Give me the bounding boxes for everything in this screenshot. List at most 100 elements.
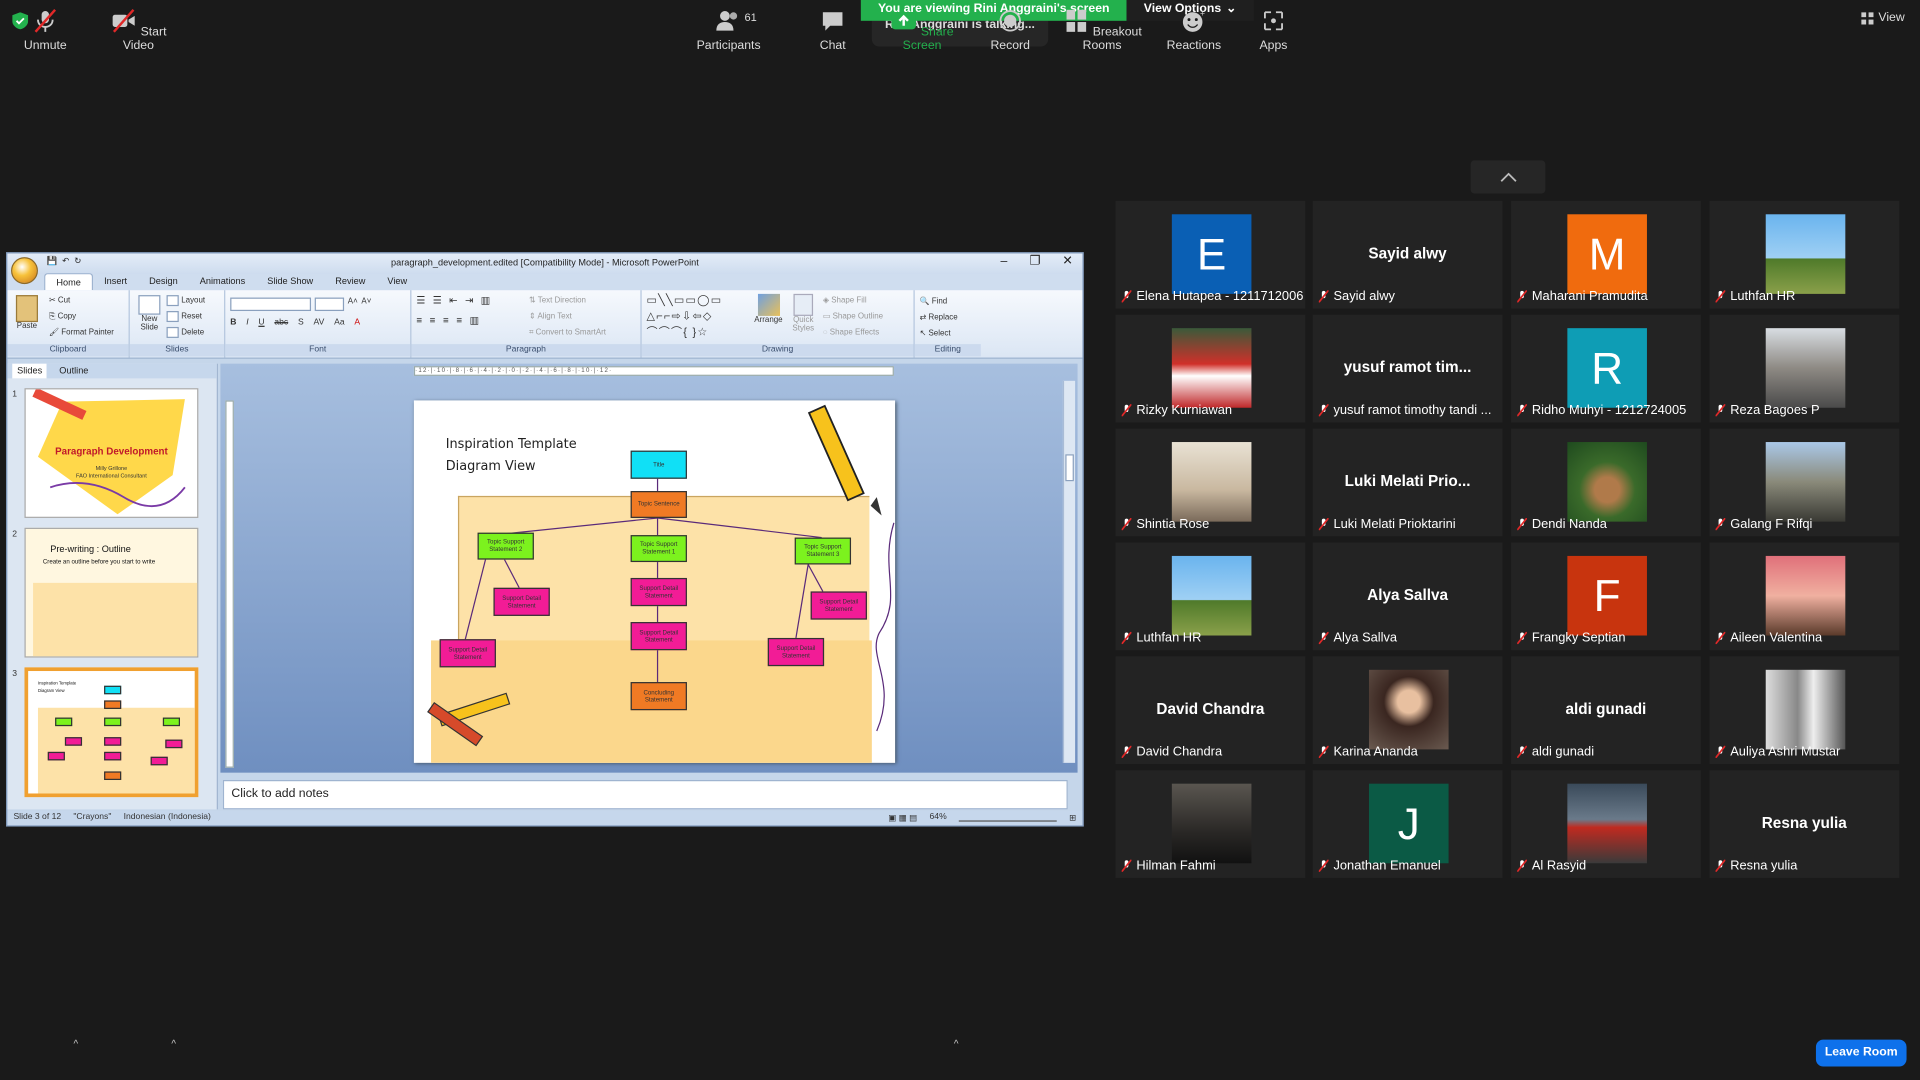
current-slide[interactable]: Inspiration Template Diagram View Title …: [413, 400, 896, 763]
cut-button[interactable]: ✂ Cut: [49, 293, 114, 309]
unmute-button[interactable]: Unmute: [22, 8, 69, 53]
view-button[interactable]: View: [1861, 11, 1905, 24]
participant-tile[interactable]: Alya Sallva Alya Sallva: [1312, 542, 1503, 651]
diagram-title-box[interactable]: Title: [630, 450, 687, 479]
view-buttons-icon[interactable]: ▣ ▦ ▤: [888, 813, 917, 823]
diagram-detail-box[interactable]: Support Detail Statement: [767, 637, 825, 667]
participant-tile[interactable]: F Frangky Septian: [1511, 542, 1701, 651]
reactions-button[interactable]: + Reactions: [1166, 8, 1222, 53]
list-bullets-icon[interactable]: ☰ ☰ ⇤ ⇥ ▥: [416, 295, 492, 306]
delete-button[interactable]: Delete: [166, 324, 206, 340]
chat-button[interactable]: Chat: [813, 9, 852, 53]
slide-editing-area[interactable]: ·12·|·10·|·8·|·6·|·4·|·2·|·0·|·2·|·4·|·6…: [220, 363, 1078, 773]
tab-slides[interactable]: Slides: [12, 363, 48, 379]
copy-button[interactable]: ⎘ Copy: [49, 309, 114, 325]
align-icon[interactable]: ≡ ≡ ≡ ≡ ▥: [416, 315, 481, 326]
participant-tile[interactable]: David Chandra David Chandra: [1115, 656, 1306, 765]
italic-icon[interactable]: I: [246, 318, 248, 327]
participant-tile[interactable]: Galang F Rifqi: [1709, 428, 1900, 537]
new-slide-button[interactable]: New Slide: [135, 295, 164, 332]
participant-tile[interactable]: J Jonathan Emanuel: [1312, 770, 1503, 878]
participant-tile[interactable]: Sayid alwy Sayid alwy: [1312, 200, 1503, 309]
find-button[interactable]: 🔍 Find: [920, 294, 976, 310]
shadow-icon[interactable]: S: [298, 318, 304, 327]
strikethrough-icon[interactable]: abc: [274, 318, 288, 327]
breakout-rooms-button[interactable]: Breakout Rooms: [1058, 9, 1146, 53]
participant-tile[interactable]: Aileen Valentina: [1709, 542, 1900, 651]
bold-icon[interactable]: B: [230, 318, 236, 327]
shape-effects-button[interactable]: ◌ Shape Effects: [823, 324, 883, 340]
maximize-icon[interactable]: ❐: [1029, 255, 1040, 268]
slide-thumbnail-1[interactable]: Paragraph Development Milly Grillone FAO…: [24, 388, 199, 518]
participant-tile[interactable]: Dendi Nanda: [1511, 428, 1701, 537]
diagram-detail-box[interactable]: Support Detail Statement: [630, 577, 687, 607]
shrink-font-icon[interactable]: A˅: [361, 298, 371, 311]
vertical-scrollbar[interactable]: [1062, 380, 1076, 763]
participant-tile[interactable]: Resna yulia Resna yulia: [1709, 770, 1900, 878]
share-options-caret-icon[interactable]: ^: [954, 1038, 959, 1049]
audio-options-caret-icon[interactable]: ^: [73, 1038, 78, 1049]
office-button[interactable]: [11, 257, 38, 285]
participant-tile[interactable]: Al Rasyid: [1511, 770, 1701, 878]
zoom-slider[interactable]: [958, 814, 1057, 822]
case-icon[interactable]: Aa: [334, 318, 344, 327]
shapes-gallery-icon[interactable]: ▭╲╲▭▭◯▭ △⌐⌐⇨⇩⇦◇ ⌒⌒⌒{ }☆: [647, 293, 747, 341]
shape-fill-button[interactable]: ◈ Shape Fill: [823, 293, 883, 309]
font-size-box[interactable]: [314, 297, 345, 312]
quick-styles-button[interactable]: Quick Styles: [789, 293, 818, 333]
save-icon[interactable]: 💾: [47, 256, 58, 266]
participant-tile[interactable]: Luki Melati Prio... Luki Melati Prioktar…: [1312, 428, 1503, 537]
format-painter-button[interactable]: 🖌 Format Painter: [49, 324, 114, 340]
diagram-support-box-3[interactable]: Topic Support Statement 3: [794, 537, 852, 565]
spacing-icon[interactable]: AV: [314, 318, 325, 327]
participant-tile[interactable]: R Ridho Muhyi - 1212724005: [1511, 314, 1701, 423]
underline-icon[interactable]: U: [258, 318, 264, 327]
participant-tile[interactable]: aldi gunadi aldi gunadi: [1511, 656, 1701, 765]
diagram-support-box-1[interactable]: Topic Support Statement 1: [630, 535, 687, 563]
redo-icon[interactable]: ↻: [74, 256, 81, 266]
reset-button[interactable]: Reset: [166, 309, 206, 325]
select-button[interactable]: ↖ Select: [920, 326, 976, 342]
undo-icon[interactable]: ↶: [62, 256, 69, 266]
participant-tile[interactable]: Luthfan HR: [1115, 542, 1306, 651]
participant-tile[interactable]: Rizky Kurniawan: [1115, 314, 1306, 423]
participant-tile[interactable]: Hilman Fahmi: [1115, 770, 1306, 878]
fit-window-icon[interactable]: ⊞: [1069, 813, 1076, 823]
tab-design[interactable]: Design: [138, 273, 189, 290]
layout-button[interactable]: Layout: [166, 293, 205, 309]
font-color-icon[interactable]: A: [354, 318, 360, 327]
font-name-box[interactable]: [230, 297, 312, 312]
diagram-detail-box[interactable]: Support Detail Statement: [810, 591, 867, 620]
minimize-icon[interactable]: –: [1001, 255, 1008, 268]
replace-button[interactable]: ⇄ Replace: [920, 310, 976, 326]
scroll-thumb[interactable]: [1065, 454, 1074, 482]
collapse-gallery-button[interactable]: [1470, 160, 1546, 194]
text-direction-button[interactable]: ⇅ Text Direction: [529, 293, 606, 309]
diagram-detail-box[interactable]: Support Detail Statement: [439, 639, 496, 668]
participant-tile[interactable]: E Elena Hutapea - 1211712006: [1115, 200, 1306, 309]
leave-room-button[interactable]: Leave Room: [1815, 1039, 1907, 1067]
participant-tile[interactable]: Auliya Ashri Mustar: [1709, 656, 1900, 765]
diagram-support-box-2[interactable]: Topic Support Statement 2: [477, 532, 534, 560]
tab-slide-show[interactable]: Slide Show: [256, 273, 324, 290]
convert-smartart-button[interactable]: ⌗ Convert to SmartArt: [529, 324, 606, 340]
apps-button[interactable]: Apps: [1256, 9, 1290, 53]
slide-thumbnail-3[interactable]: Inspiration Template Diagram View: [24, 667, 199, 798]
participant-tile[interactable]: Reza Bagoes P: [1709, 314, 1900, 423]
participant-tile[interactable]: Luthfan HR: [1709, 200, 1900, 309]
participant-tile[interactable]: yusuf ramot tim... yusuf ramot timothy t…: [1312, 314, 1503, 423]
tab-insert[interactable]: Insert: [93, 273, 138, 290]
diagram-concluding-box[interactable]: Concluding Statement: [630, 682, 687, 711]
tab-home[interactable]: Home: [44, 273, 94, 291]
tab-animations[interactable]: Animations: [189, 273, 256, 290]
participants-button[interactable]: 61 Participants: [693, 9, 764, 53]
tab-outline[interactable]: Outline: [54, 364, 93, 379]
start-video-button[interactable]: Start Video: [105, 8, 171, 53]
close-icon[interactable]: ✕: [1062, 255, 1072, 268]
paste-button[interactable]: Paste: [12, 295, 41, 331]
participant-tile[interactable]: Karina Ananda: [1312, 656, 1503, 765]
share-screen-button[interactable]: Share Screen: [884, 9, 960, 53]
record-button[interactable]: Record: [987, 9, 1034, 53]
participant-tile[interactable]: M Maharani Pramudita: [1511, 200, 1701, 309]
diagram-topic-box[interactable]: Topic Sentence: [630, 491, 687, 518]
